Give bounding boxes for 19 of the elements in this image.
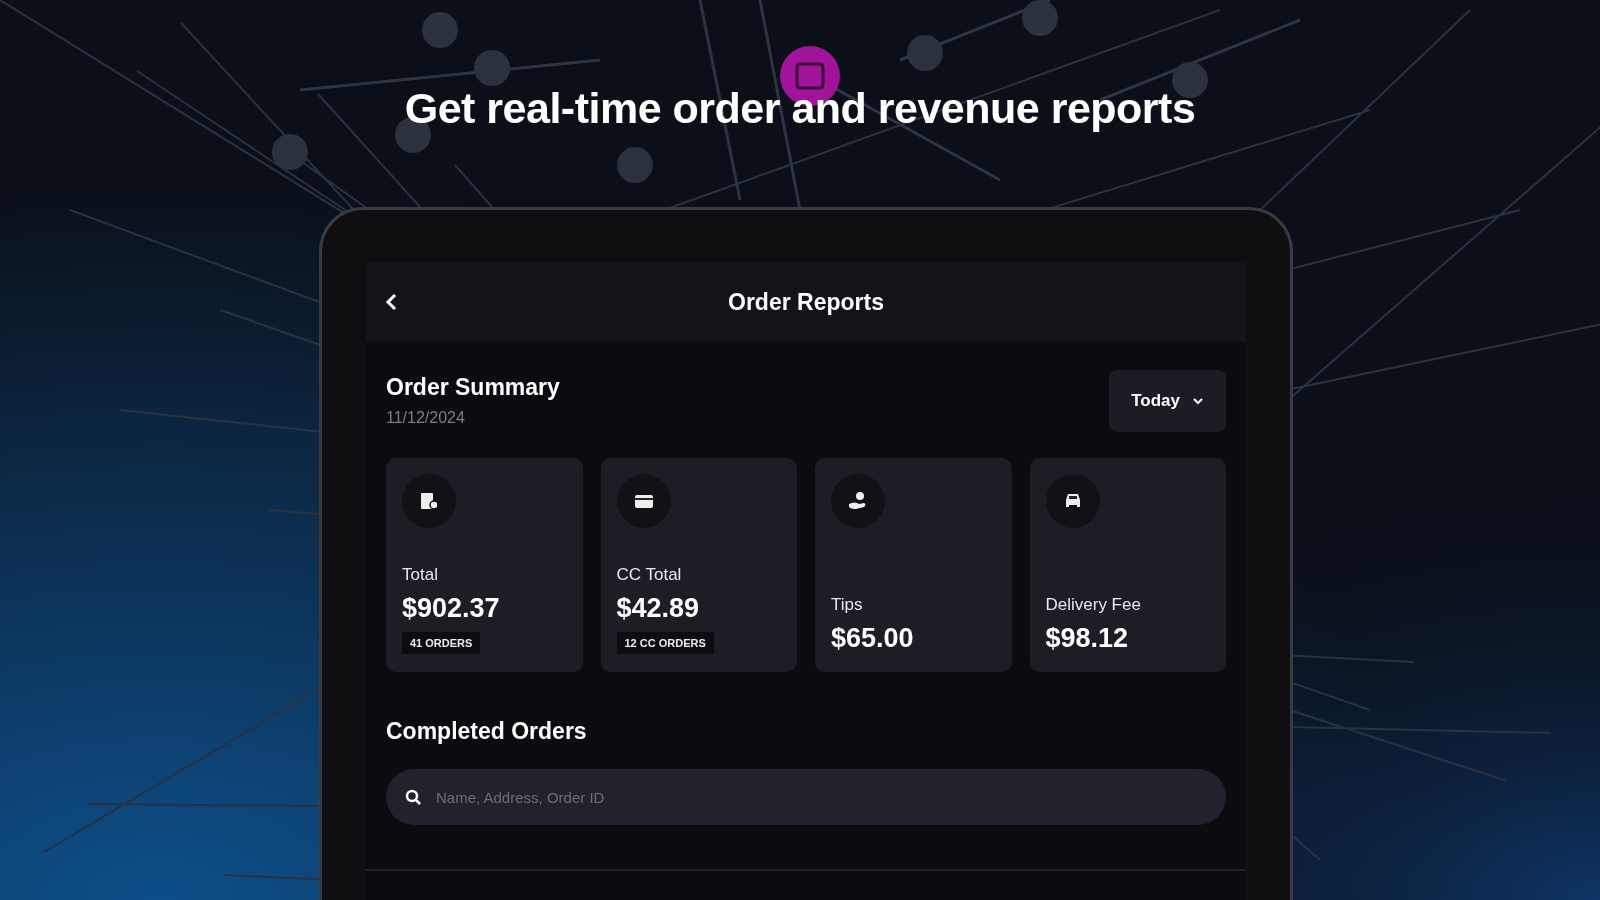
stat-label: Delivery Fee [1045, 595, 1141, 615]
stat-value: $42.89 [616, 593, 700, 624]
period-dropdown[interactable]: Today [1109, 370, 1226, 432]
stat-label: CC Total [616, 565, 682, 585]
section-title: Completed Orders [385, 717, 588, 745]
headline: Get real-time order and revenue reports [404, 84, 1196, 133]
stat-value: $902.37 [402, 593, 500, 624]
stat-value: $98.12 [1045, 623, 1129, 654]
section-title: Order Summary [386, 374, 560, 401]
stat-label: Total [402, 565, 438, 585]
order-count-badge: 41 ORDERS [402, 632, 481, 654]
order-count-badge: 12 CC ORDERS [616, 632, 714, 654]
search-field[interactable]: Name, Address, Order ID [386, 769, 1226, 825]
screen-title: Order Reports [728, 288, 884, 316]
summary-date: 11/12/2024 [386, 409, 466, 427]
stat-value: $65.00 [831, 623, 914, 654]
search-icon [404, 788, 422, 806]
stat-label: Tips [831, 595, 863, 615]
chevron-down-icon [1192, 397, 1204, 405]
